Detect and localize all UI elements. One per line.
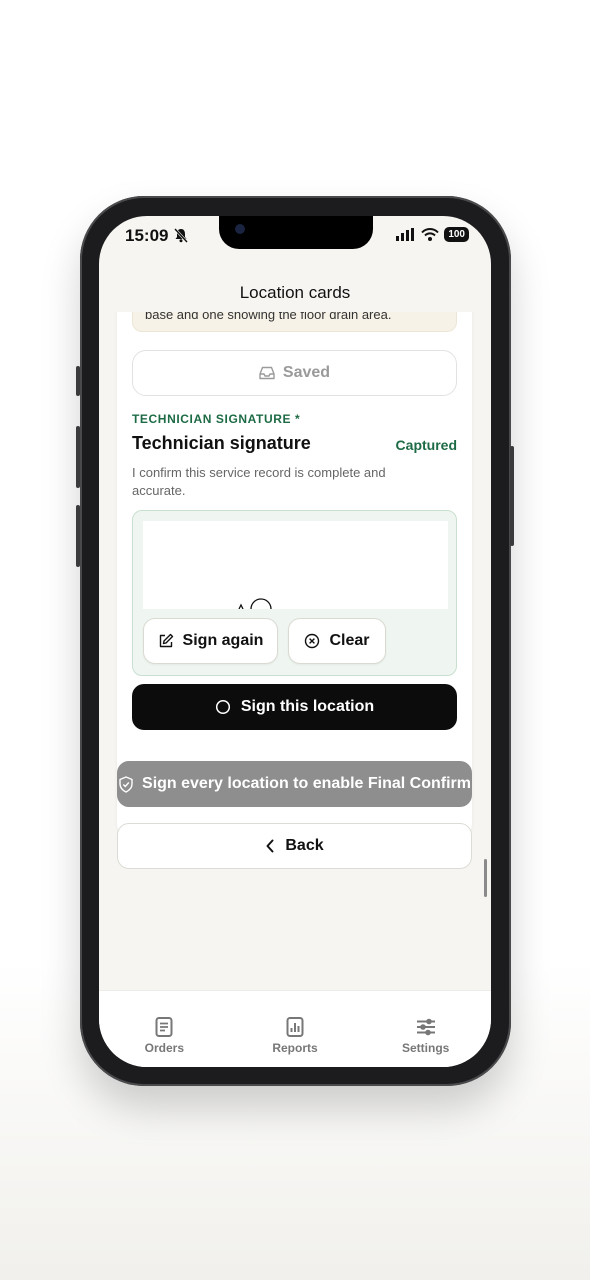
orders-icon [155, 1017, 173, 1037]
saved-button-label: Saved [282, 364, 331, 381]
battery-indicator: 100 [444, 227, 469, 242]
volume-down-button [76, 505, 80, 567]
tab-reports[interactable]: Reports [230, 991, 361, 1067]
cellular-signal-icon [396, 228, 415, 241]
notes-box: base and one showing the floor drain are… [132, 312, 457, 332]
scrollbar[interactable] [484, 859, 487, 897]
clear-button[interactable]: Clear [288, 618, 386, 664]
signature-section-label: TECHNICIAN SIGNATURE * [132, 412, 301, 426]
volume-up-button [76, 426, 80, 488]
tab-reports-label: Reports [272, 1041, 318, 1055]
sign-again-button[interactable]: Sign again [143, 618, 278, 664]
shield-check-icon [119, 775, 133, 793]
close-circle-icon [305, 633, 320, 649]
tab-settings-label: Settings [402, 1041, 450, 1055]
tab-settings[interactable]: Settings [360, 991, 491, 1067]
clear-label: Clear [329, 632, 370, 649]
final-confirm-label: Sign every location to enable Final Conf… [142, 775, 471, 792]
sign-this-location-label: Sign this location [240, 698, 375, 715]
inbox-icon [259, 366, 275, 380]
signature-pad: Sign again Clear [132, 510, 457, 676]
sign-again-label: Sign again [182, 632, 264, 649]
sign-this-location-button[interactable]: Sign this location [132, 684, 457, 730]
power-button [510, 446, 514, 546]
tab-orders[interactable]: Orders [99, 991, 230, 1067]
front-camera [235, 224, 245, 234]
edit-icon [159, 633, 173, 648]
final-confirm-button[interactable]: Sign every location to enable Final Conf… [117, 761, 472, 807]
bell-slash-icon [174, 228, 188, 243]
status-indicators: 100 [396, 227, 469, 242]
signature-canvas[interactable] [143, 521, 448, 609]
settings-icon [416, 1018, 435, 1036]
signature-stroke [238, 598, 272, 609]
notes-text: base and one showing the floor drain are… [145, 312, 392, 322]
saved-button[interactable]: Saved [132, 350, 457, 396]
signature-title: Technician signature [132, 433, 311, 453]
signature-status-badge: Captured [395, 437, 457, 453]
tab-orders-label: Orders [144, 1041, 185, 1055]
phone-screen: 15:09 100 Location cards base and one sh… [99, 216, 491, 1067]
mute-switch [76, 366, 80, 396]
notch [219, 216, 373, 249]
page-title: Location cards [239, 283, 351, 302]
circle-icon [215, 699, 230, 715]
chevron-left-icon [266, 839, 274, 853]
back-button[interactable]: Back [117, 823, 472, 869]
bottom-tab-bar: Orders Reports Settings [99, 990, 491, 1067]
scroll-content[interactable]: base and one showing the floor drain are… [99, 312, 491, 992]
wifi-icon [421, 228, 440, 241]
status-time: 15:09 [125, 226, 169, 245]
back-label: Back [285, 837, 324, 854]
reports-icon [286, 1017, 304, 1037]
signature-confirm-text: I confirm this service record is complet… [132, 465, 386, 498]
